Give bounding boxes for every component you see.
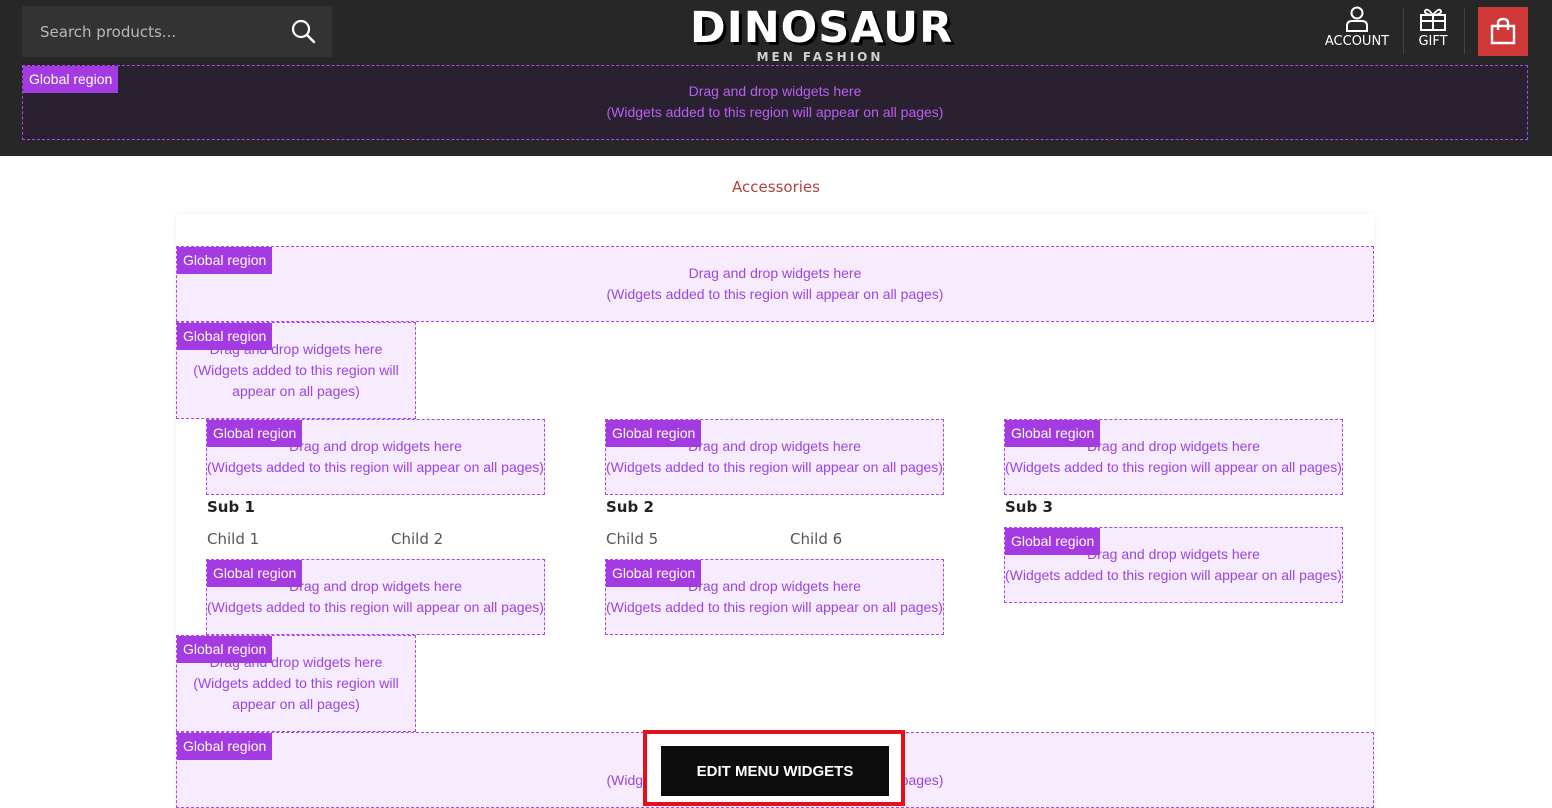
cart-button[interactable] [1478,7,1528,56]
logo-title: DINOSAUR [690,3,954,53]
region-line: (Widgets added to this region will appea… [606,459,943,475]
gift-icon [1420,8,1446,31]
user-icon [1346,6,1368,32]
global-region-sub1-bottom[interactable]: Global region Drag and drop widgets here… [206,559,545,635]
global-region-menu-top[interactable]: Global region Drag and drop widgets here… [176,246,1374,322]
global-region-sub3-bottom[interactable]: Global region Drag and drop widgets here… [1004,527,1343,603]
submenu-child-link[interactable]: Child 5 [606,530,658,548]
region-line: (Widgets added to this region will appea… [606,104,944,120]
global-region-tag: Global region [177,636,273,663]
site-header: DINOSAUR MEN FASHION ACCOUNT GIFT Global… [0,0,1552,156]
global-region-sub3-top[interactable]: Global region Drag and drop widgets here… [1004,419,1343,495]
search-icon [291,19,316,44]
global-region-menu-left-bottom[interactable]: Global region Drag and drop widgets here… [176,635,416,732]
menu-item-accessories[interactable]: Accessories [676,178,876,196]
global-region-tag: Global region [207,560,303,587]
gift-link[interactable]: GIFT [1412,6,1454,58]
region-line: (Widgets added to this region will appea… [1005,567,1342,583]
region-line: (Widgets added to this region will appea… [606,286,944,302]
region-line: Drag and drop widgets here [688,265,862,281]
account-label: ACCOUNT [1324,34,1390,49]
shopping-bag-icon [1490,17,1516,45]
global-region-tag: Global region [177,247,273,274]
region-line: (Widgets added to this region will [193,362,399,378]
region-line: (Widgets added to this region will appea… [606,599,943,615]
global-region-menu-left[interactable]: Global region Drag and drop widgets here… [176,322,416,419]
region-message: Drag and drop widgets here (Widgets adde… [23,81,1527,123]
region-message: Drag and drop widgets here (Widgets adde… [177,263,1373,305]
region-line: (Widgets added to this region will appea… [1005,459,1342,475]
submenu-child-link[interactable]: Child 1 [207,530,259,548]
global-region-tag: Global region [1005,528,1101,555]
search-button[interactable] [290,18,318,46]
submenu-title-sub3[interactable]: Sub 3 [1005,498,1053,516]
global-region-header[interactable]: Global region Drag and drop widgets here… [22,65,1528,140]
edit-menu-widgets-button[interactable]: EDIT MENU WIDGETS [661,746,889,796]
region-line: appear on all pages) [232,383,360,399]
global-region-sub2-bottom[interactable]: Global region Drag and drop widgets here… [605,559,944,635]
region-line: (Widgets added to this region will appea… [207,599,544,615]
header-divider [1464,8,1465,54]
global-region-sub2-top[interactable]: Global region Drag and drop widgets here… [605,419,944,495]
global-region-tag: Global region [177,733,273,760]
submenu-title-sub1[interactable]: Sub 1 [207,498,255,516]
submenu-child-link[interactable]: Child 6 [790,530,842,548]
global-region-tag: Global region [23,66,119,93]
account-link[interactable]: ACCOUNT [1322,6,1392,58]
global-region-tag: Global region [207,420,303,447]
region-line: (Widgets added to this region will [193,675,399,691]
global-region-tag: Global region [1005,420,1101,447]
region-line: (Widgets added to this region will appea… [207,459,544,475]
region-line: Drag and drop widgets here [688,83,862,99]
header-divider [1403,8,1404,54]
submenu-child-link[interactable]: Child 2 [391,530,443,548]
region-line: appear on all pages) [232,696,360,712]
global-region-tag: Global region [606,560,702,587]
global-region-tag: Global region [177,323,273,350]
global-region-tag: Global region [606,420,702,447]
search-box [22,6,332,57]
submenu-title-sub2[interactable]: Sub 2 [606,498,654,516]
search-input[interactable] [22,6,282,57]
gift-label: GIFT [1418,34,1448,49]
site-logo[interactable]: DINOSAUR MEN FASHION [690,3,954,63]
global-region-sub1-top[interactable]: Global region Drag and drop widgets here… [206,419,545,495]
